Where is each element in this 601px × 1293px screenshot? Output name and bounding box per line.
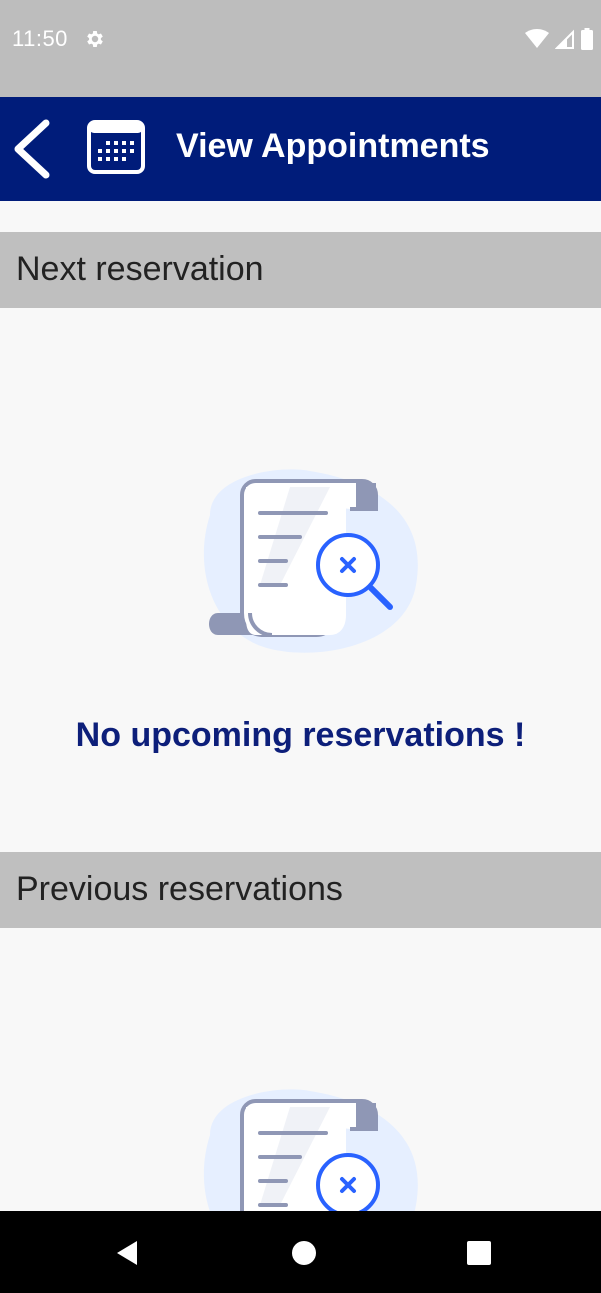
section-header-next: Next reservation xyxy=(0,232,601,308)
page-title: View Appointments xyxy=(176,127,490,165)
app-bar: View Appointments xyxy=(0,97,601,201)
section-title-next: Next reservation xyxy=(16,250,264,288)
empty-search-illustration-icon xyxy=(203,469,418,653)
calendar-icon xyxy=(87,120,145,174)
nav-home-icon[interactable] xyxy=(282,1231,326,1275)
status-icons xyxy=(525,26,593,52)
status-time: 11:50 xyxy=(12,26,68,51)
empty-state-message: No upcoming reservations ! xyxy=(75,716,526,754)
gear-icon xyxy=(87,31,103,47)
wifi-icon xyxy=(525,29,549,48)
back-chevron-icon[interactable] xyxy=(6,117,54,181)
system-nav-bar xyxy=(0,1211,601,1293)
section-header-previous: Previous reservations xyxy=(0,852,601,928)
signal-icon xyxy=(555,29,574,49)
status-bar: 11:50 xyxy=(0,0,601,97)
nav-back-icon[interactable] xyxy=(105,1231,149,1275)
battery-icon xyxy=(581,28,593,50)
nav-recents-icon[interactable] xyxy=(457,1231,501,1275)
section-title-previous: Previous reservations xyxy=(16,870,343,908)
